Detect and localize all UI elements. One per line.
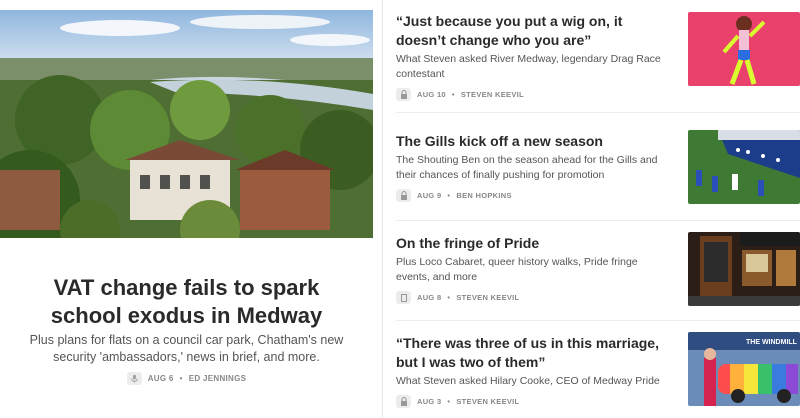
post-author[interactable]: STEVEN KEEVIL <box>461 90 524 99</box>
meta-separator: • <box>179 374 183 383</box>
post-author[interactable]: STEVEN KEEVIL <box>456 397 519 406</box>
row-divider <box>396 320 800 321</box>
post-item[interactable]: The Gills kick off a new season The Shou… <box>396 130 800 204</box>
meta-separator: • <box>451 90 455 99</box>
column-divider <box>382 0 383 418</box>
rainbow-car-thumbnail[interactable]: THE WINDMILL <box>688 332 800 406</box>
lock-icon <box>396 189 411 202</box>
drag-performer-thumbnail[interactable] <box>688 12 800 86</box>
post-author[interactable]: STEVEN KEEVIL <box>456 293 519 302</box>
post-subtitle: The Shouting Ben on the season ahead for… <box>396 154 658 181</box>
row-divider <box>396 220 800 221</box>
post-meta: AUG 10 • STEVEN KEEVIL <box>396 88 800 101</box>
post-subtitle: What Steven asked River Medway, legendar… <box>396 53 661 80</box>
lock-icon <box>396 395 411 408</box>
pub-sign-text: THE WINDMILL <box>746 339 798 346</box>
row-divider <box>396 112 800 113</box>
post-item[interactable]: On the fringe of Pride Plus Loco Cabaret… <box>396 232 800 306</box>
post-subtitle: What Steven asked Hilary Cooke, CEO of M… <box>396 375 660 387</box>
post-title[interactable]: On the fringe of Pride <box>396 234 674 253</box>
article-icon <box>396 291 411 304</box>
post-date: AUG 9 <box>417 191 442 200</box>
pub-front-thumbnail[interactable] <box>688 232 800 306</box>
featured-image[interactable] <box>0 10 373 238</box>
post-date: AUG 3 <box>417 397 442 406</box>
featured-title[interactable]: VAT change fails to spark school exodus … <box>20 274 353 330</box>
featured-author[interactable]: ED JENNINGS <box>189 374 247 383</box>
featured-meta: AUG 6 • ED JENNINGS <box>0 372 373 385</box>
featured-post[interactable]: VAT change fails to spark school exodus … <box>0 0 373 418</box>
featured-date: AUG 6 <box>147 374 174 383</box>
post-date: AUG 8 <box>417 293 442 302</box>
featured-subtitle: Plus plans for flats on a council car pa… <box>29 333 344 364</box>
post-title[interactable]: “There was three of us in this marriage,… <box>396 334 674 372</box>
meta-separator: • <box>447 397 451 406</box>
meta-separator: • <box>447 191 451 200</box>
post-item[interactable]: “Just because you put a wig on, it doesn… <box>396 12 800 101</box>
post-item[interactable]: “There was three of us in this marriage,… <box>396 332 800 408</box>
post-author[interactable]: BEN HOPKINS <box>456 191 511 200</box>
post-date: AUG 10 <box>417 90 446 99</box>
audio-icon <box>126 372 142 385</box>
meta-separator: • <box>447 293 451 302</box>
lock-icon <box>396 88 411 101</box>
post-title[interactable]: “Just because you put a wig on, it doesn… <box>396 12 674 50</box>
post-subtitle: Plus Loco Cabaret, queer history walks, … <box>396 256 638 283</box>
football-match-thumbnail[interactable] <box>688 130 800 204</box>
post-title[interactable]: The Gills kick off a new season <box>396 132 674 151</box>
